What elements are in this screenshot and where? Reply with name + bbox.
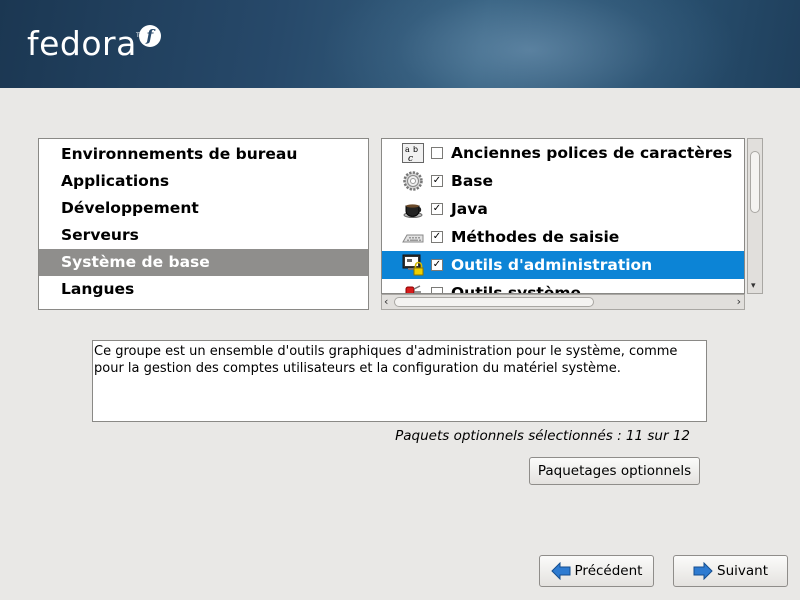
package-checkbox[interactable]: ✓ xyxy=(431,259,443,271)
horizontal-scrollbar[interactable]: ‹ › xyxy=(381,294,745,310)
keyboard-icon xyxy=(402,234,424,243)
svg-text:b: b xyxy=(413,145,418,154)
group-item-base-system[interactable]: Système de base xyxy=(39,249,368,276)
package-list: a b c Anciennes polices de caractères ✓ … xyxy=(381,138,745,294)
package-checkbox[interactable]: ✓ xyxy=(431,175,443,187)
group-item-desktop[interactable]: Environnements de bureau xyxy=(39,141,368,168)
system-tools-icon xyxy=(405,285,421,293)
optional-packages-count: Paquets optionnels sélectionnés : 11 sur… xyxy=(395,428,690,444)
package-label: Outils système xyxy=(451,284,582,294)
package-row[interactable]: ✓ Java xyxy=(382,195,744,223)
package-row[interactable]: ✓ Méthodes de saisie xyxy=(382,223,744,251)
package-checkbox[interactable] xyxy=(431,287,443,293)
logo-text: fedora xyxy=(27,24,137,63)
package-label: Outils d'administration xyxy=(451,256,653,274)
package-checkbox[interactable]: ✓ xyxy=(431,203,443,215)
vertical-scroll-thumb[interactable] xyxy=(750,151,760,213)
logo-trademark: TM xyxy=(136,32,145,39)
horizontal-scroll-thumb[interactable] xyxy=(394,297,594,307)
coffee-cup-icon xyxy=(403,204,423,218)
optional-packages-button[interactable]: Paquetages optionnels xyxy=(529,457,700,485)
package-label: Anciennes polices de caractères xyxy=(451,144,733,162)
next-button[interactable]: Suivant xyxy=(673,555,788,587)
group-item-applications[interactable]: Applications xyxy=(39,168,368,195)
package-checkbox[interactable]: ✓ xyxy=(431,231,443,243)
package-label: Java xyxy=(451,200,488,218)
group-item-development[interactable]: Développement xyxy=(39,195,368,222)
package-row-selected[interactable]: ✓ Outils d'administration xyxy=(382,251,744,279)
arrow-right-icon xyxy=(693,562,713,580)
group-item-servers[interactable]: Serveurs xyxy=(39,222,368,249)
package-checkbox[interactable] xyxy=(431,147,443,159)
arrow-left-icon xyxy=(550,562,571,580)
optional-packages-button-label: Paquetages optionnels xyxy=(537,463,692,479)
header-banner: fedora f TM xyxy=(0,0,800,88)
group-list: Environnements de bureau Applications Dé… xyxy=(38,138,369,310)
vertical-scrollbar[interactable]: ▾ xyxy=(747,138,763,294)
package-panel: a b c Anciennes polices de caractères ✓ … xyxy=(381,138,763,310)
svg-text:a: a xyxy=(405,145,410,154)
package-row[interactable]: a b c Anciennes polices de caractères xyxy=(382,139,744,167)
banner-glow xyxy=(320,0,740,88)
previous-button-label: Précédent xyxy=(574,563,643,579)
admin-monitor-lock-icon xyxy=(402,254,424,276)
package-label: Méthodes de saisie xyxy=(451,228,620,246)
next-button-label: Suivant xyxy=(717,563,768,579)
svg-text:c: c xyxy=(408,154,413,163)
fonts-icon: a b c xyxy=(402,143,424,163)
package-row[interactable]: Outils système xyxy=(382,279,744,294)
scroll-left-arrow-icon[interactable]: ‹ xyxy=(384,295,388,309)
group-description: Ce groupe est un ensemble d'outils graph… xyxy=(92,340,707,422)
scroll-right-arrow-icon[interactable]: › xyxy=(737,295,741,309)
previous-button[interactable]: Précédent xyxy=(539,555,654,587)
gear-icon xyxy=(403,171,423,191)
package-row[interactable]: ✓ Base xyxy=(382,167,744,195)
group-item-languages[interactable]: Langues xyxy=(39,276,368,303)
scroll-down-arrow-icon[interactable]: ▾ xyxy=(751,281,756,291)
package-label: Base xyxy=(451,172,494,190)
